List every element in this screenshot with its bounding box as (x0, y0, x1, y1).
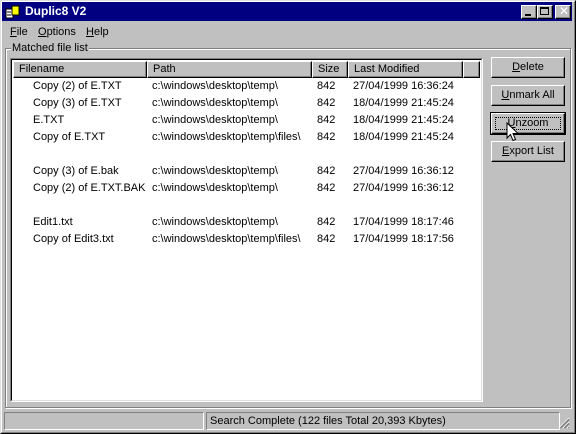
cell-modified: 18/04/1999 21:45:24 (353, 97, 454, 109)
menu-help-label: elp (93, 26, 109, 38)
table-row[interactable]: Copy (3) of E.TXT c:\windows\desktop\tem… (13, 95, 480, 112)
menu-options-label: ptions (46, 26, 76, 38)
table-row[interactable]: Copy (2) of E.TXT c:\windows\desktop\tem… (13, 78, 480, 95)
column-header-filler (463, 61, 480, 78)
cell-path: c:\windows\desktop\temp\ (152, 114, 278, 126)
export-list-button[interactable]: Export List (491, 141, 565, 162)
menu-help[interactable]: Help (86, 25, 109, 39)
cell-size: 842 (317, 233, 336, 245)
cell-size: 842 (317, 131, 336, 143)
menu-bar: File Options Help (2, 22, 572, 41)
group-label: Matched file list (11, 41, 89, 55)
cell-modified: 17/04/1999 18:17:56 (353, 233, 454, 245)
cell-modified: 27/04/1999 16:36:24 (353, 80, 454, 92)
cell-filename: Copy of E.TXT (33, 131, 106, 143)
table-row[interactable]: Copy (2) of E.TXT.BAK c:\windows\desktop… (13, 180, 480, 197)
cell-size: 842 (317, 165, 336, 177)
close-icon: ✕ (559, 4, 570, 18)
delete-label: elete (520, 61, 544, 73)
unmark-all-button[interactable]: Unmark All (491, 85, 565, 106)
status-bar: Search Complete (122 files Total 20,393 … (2, 411, 572, 431)
list-header: Filename Path Size Last Modified (13, 61, 480, 78)
cell-size: 842 (317, 114, 336, 126)
cell-path: c:\windows\desktop\temp\ (152, 97, 278, 109)
file-list[interactable]: Filename Path Size Last Modified Copy (2… (10, 58, 483, 402)
cell-filename: E.TXT (33, 114, 65, 126)
table-row[interactable]: Copy of E.TXT c:\windows\desktop\temp\fi… (13, 129, 480, 146)
unzoom-button[interactable]: Unzoom (490, 112, 566, 135)
export-list-label: xport List (509, 145, 554, 157)
cell-modified: 27/04/1999 16:36:12 (353, 182, 454, 194)
window-title: Duplic8 V2 (25, 4, 87, 18)
menu-options-accel: O (38, 26, 47, 38)
cell-modified: 17/04/1999 18:17:46 (353, 216, 454, 228)
cell-path: c:\windows\desktop\temp\ (152, 216, 278, 228)
delete-button[interactable]: Delete (491, 57, 565, 78)
cell-size: 842 (317, 216, 336, 228)
resize-grip-icon[interactable] (558, 417, 570, 429)
app-icon (5, 5, 20, 19)
cell-path: c:\windows\desktop\temp\ (152, 182, 278, 194)
table-row[interactable]: E.TXT c:\windows\desktop\temp\ 842 18/04… (13, 112, 480, 129)
minimize-icon (525, 14, 531, 16)
cell-filename: Copy (2) of E.TXT.BAK (33, 182, 146, 194)
delete-accel: D (512, 61, 521, 73)
close-button[interactable]: ✕ (555, 4, 571, 19)
cell-size: 842 (317, 80, 336, 92)
cell-size: 842 (317, 97, 336, 109)
table-row[interactable]: Edit1.txt c:\windows\desktop\temp\ 842 1… (13, 214, 480, 231)
cell-filename: Copy of Edit3.txt (33, 233, 114, 245)
status-text: Search Complete (122 files Total 20,393 … (206, 412, 560, 430)
cell-size: 842 (317, 182, 336, 194)
cell-modified: 18/04/1999 21:45:24 (353, 131, 454, 143)
unmark-all-label: nmark All (509, 89, 555, 101)
menu-file-label: ile (16, 26, 28, 38)
column-header-modified[interactable]: Last Modified (348, 61, 463, 78)
cell-path: c:\windows\desktop\temp\files\ (152, 131, 301, 143)
cell-filename: Copy (3) of E.TXT (33, 97, 122, 109)
menu-file-accel: F (10, 26, 17, 38)
column-header-size[interactable]: Size (312, 61, 348, 78)
maximize-icon (540, 7, 549, 15)
table-row[interactable]: Copy of Edit3.txt c:\windows\desktop\tem… (13, 231, 480, 248)
cell-modified: 18/04/1999 21:45:24 (353, 114, 454, 126)
cell-path: c:\windows\desktop\temp\ (152, 80, 278, 92)
unzoom-label: nzoom (515, 117, 549, 129)
menu-options[interactable]: Options (38, 25, 76, 39)
cell-filename: Edit1.txt (33, 216, 73, 228)
mouse-pointer-icon (506, 122, 520, 142)
cell-path: c:\windows\desktop\temp\files\ (152, 233, 301, 245)
cell-modified: 27/04/1999 16:36:12 (353, 165, 454, 177)
menu-file[interactable]: File (10, 25, 28, 39)
minimize-button[interactable] (521, 5, 537, 19)
column-header-path[interactable]: Path (147, 61, 312, 78)
title-bar[interactable]: Duplic8 V2 ✕ (2, 2, 572, 21)
cell-path: c:\windows\desktop\temp\ (152, 165, 278, 177)
menu-help-accel: H (86, 26, 94, 38)
cell-filename: Copy (3) of E.bak (33, 165, 119, 177)
column-header-filename[interactable]: Filename (13, 61, 147, 78)
maximize-button[interactable] (537, 5, 553, 19)
cell-filename: Copy (2) of E.TXT (33, 80, 122, 92)
table-row[interactable]: Copy (3) of E.bak c:\windows\desktop\tem… (13, 163, 480, 180)
status-panel-left (4, 412, 204, 430)
